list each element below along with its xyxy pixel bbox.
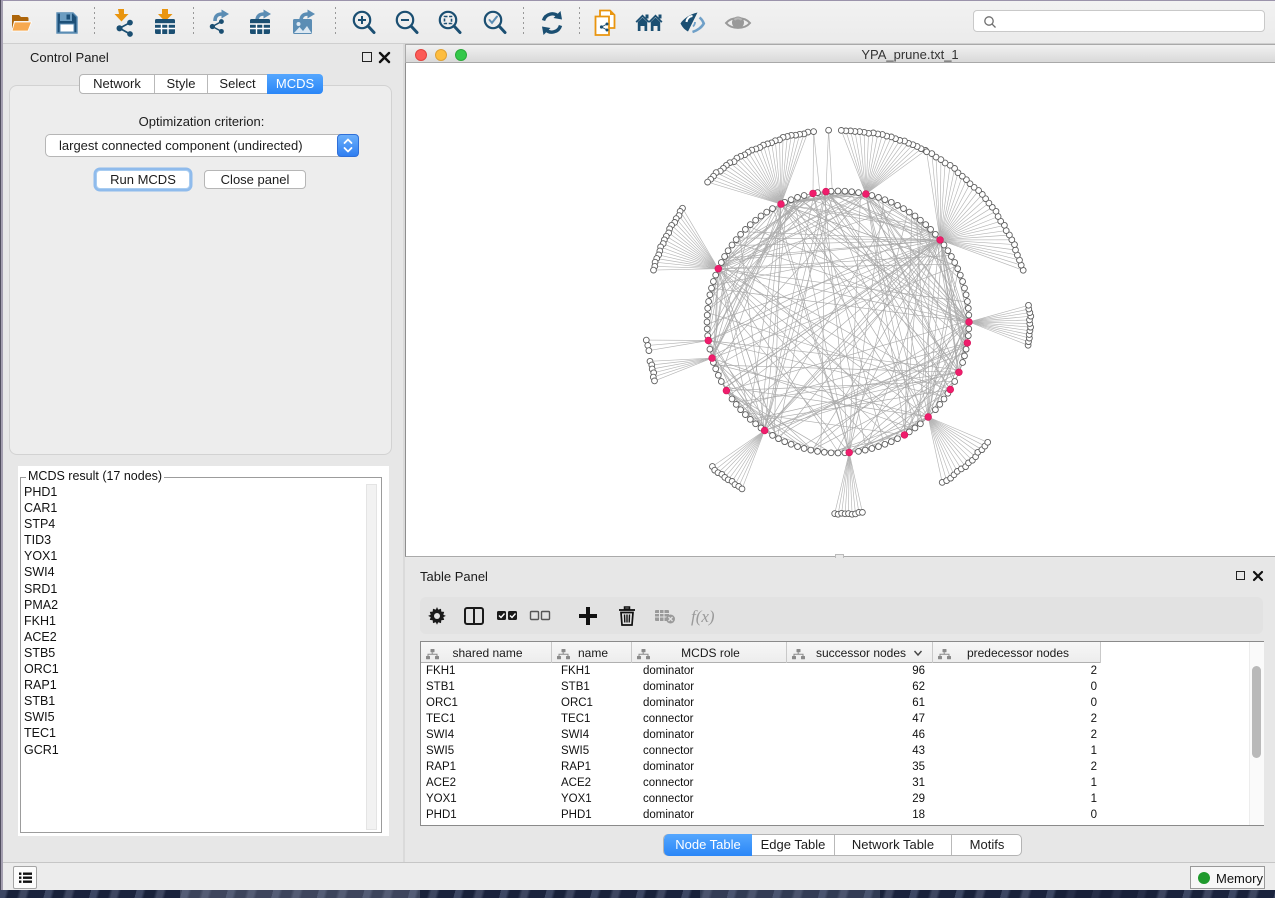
svg-text:f(x): f(x) <box>691 607 715 626</box>
